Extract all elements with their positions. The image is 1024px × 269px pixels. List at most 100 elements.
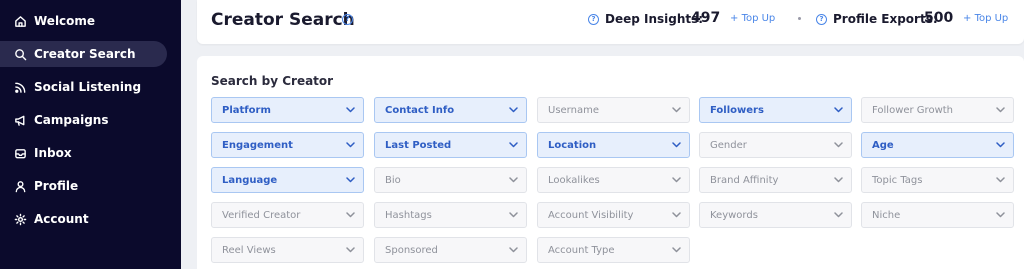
filter-dropdown-label: Gender: [710, 139, 747, 151]
filter-panel: Search by Creator Platform Contact Info Us…: [197, 56, 1024, 269]
filter-dropdown-sponsored[interactable]: Sponsored: [374, 237, 527, 263]
filter-dropdown-label: Sponsored: [385, 244, 438, 256]
sidebar-item-campaigns[interactable]: Campaigns: [0, 107, 167, 133]
inbox-icon: [14, 147, 27, 160]
sidebar-item-label: Creator Search: [34, 47, 136, 61]
profile-exports-label: Profile Exports:: [833, 12, 938, 26]
sidebar-item-label: Account: [34, 212, 89, 226]
filter-dropdown-keywords[interactable]: Keywords: [699, 202, 852, 228]
sidebar-item-profile[interactable]: Profile: [0, 173, 167, 199]
filter-dropdown-account-type[interactable]: Account Type: [537, 237, 690, 263]
chevron-down-icon: [509, 212, 518, 218]
chevron-down-icon: [672, 247, 681, 253]
filter-dropdown-follower-growth[interactable]: Follower Growth: [861, 97, 1014, 123]
info-icon[interactable]: ?: [816, 14, 827, 25]
help-icon[interactable]: ?: [342, 14, 353, 25]
chevron-down-icon: [346, 107, 355, 113]
filter-dropdown-account-visibility[interactable]: Account Visibility: [537, 202, 690, 228]
chevron-down-icon: [509, 247, 518, 253]
filter-dropdown-label: Bio: [385, 174, 401, 186]
filter-dropdown-label: Last Posted: [385, 139, 452, 151]
filter-dropdown-gender[interactable]: Gender: [699, 132, 852, 158]
filter-dropdown-hashtags[interactable]: Hashtags: [374, 202, 527, 228]
chevron-down-icon: [509, 177, 518, 183]
filter-dropdown-label: Username: [548, 104, 599, 116]
filter-dropdown-bio[interactable]: Bio: [374, 167, 527, 193]
info-icon[interactable]: ?: [588, 14, 599, 25]
sidebar-item-creator-search[interactable]: Creator Search: [0, 41, 167, 67]
filter-dropdown-platform[interactable]: Platform: [211, 97, 364, 123]
topup-label: Top Up: [974, 13, 1009, 24]
chevron-down-icon: [834, 142, 843, 148]
profile-exports-topup-link[interactable]: + Top Up: [963, 13, 1008, 24]
chevron-down-icon: [346, 142, 355, 148]
sidebar-item-account[interactable]: Account: [0, 206, 167, 232]
deep-insights-label: Deep Insights:: [605, 12, 704, 26]
filter-dropdown-label: Contact Info: [385, 104, 455, 116]
filter-dropdown-topic-tags[interactable]: Topic Tags: [861, 167, 1014, 193]
sidebar-item-welcome[interactable]: Welcome: [0, 8, 167, 34]
chevron-down-icon: [346, 247, 355, 253]
filter-dropdown-label: Account Type: [548, 244, 615, 256]
filter-dropdown-label: Lookalikes: [548, 174, 600, 186]
filter-dropdown-language[interactable]: Language: [211, 167, 364, 193]
deep-insights-value: 497: [691, 10, 721, 26]
filter-dropdown-label: Reel Views: [222, 244, 276, 256]
sidebar-item-label: Profile: [34, 179, 79, 193]
filter-dropdown-age[interactable]: Age: [861, 132, 1014, 158]
filter-dropdown-engagement[interactable]: Engagement: [211, 132, 364, 158]
page-title: Creator Search: [211, 10, 355, 30]
filter-dropdown-label: Language: [222, 174, 278, 186]
chevron-down-icon: [346, 212, 355, 218]
search-icon: [14, 48, 27, 61]
filter-dropdown-label: Keywords: [710, 209, 758, 221]
chevron-down-icon: [672, 107, 681, 113]
sidebar-item-label: Campaigns: [34, 113, 109, 127]
home-icon: [14, 15, 27, 28]
filter-dropdown-label: Niche: [872, 209, 901, 221]
gear-icon: [14, 213, 27, 226]
sidebar-item-social-listening[interactable]: Social Listening: [0, 74, 167, 100]
filter-dropdown-followers[interactable]: Followers: [699, 97, 852, 123]
chevron-down-icon: [996, 212, 1005, 218]
filter-dropdown-label: Brand Affinity: [710, 174, 779, 186]
filter-dropdown-verified-creator[interactable]: Verified Creator: [211, 202, 364, 228]
filter-dropdown-label: Followers: [710, 104, 764, 116]
user-icon: [14, 180, 27, 193]
chevron-down-icon: [996, 142, 1005, 148]
filter-dropdown-label: Account Visibility: [548, 209, 634, 221]
chevron-down-icon: [672, 212, 681, 218]
chevron-down-icon: [834, 107, 843, 113]
sidebar-item-label: Inbox: [34, 146, 72, 160]
chevron-down-icon: [996, 107, 1005, 113]
chevron-down-icon: [509, 107, 518, 113]
chevron-down-icon: [672, 177, 681, 183]
filter-dropdown-label: Platform: [222, 104, 271, 116]
sidebar: Welcome Creator Search Social Listening …: [0, 0, 181, 269]
chevron-down-icon: [996, 177, 1005, 183]
page-header: Creator Search ? ? Deep Insights: 497 + …: [197, 0, 1024, 44]
chevron-down-icon: [834, 212, 843, 218]
filter-dropdown-niche[interactable]: Niche: [861, 202, 1014, 228]
filter-dropdown-label: Verified Creator: [222, 209, 301, 221]
filter-dropdown-brand-affinity[interactable]: Brand Affinity: [699, 167, 852, 193]
sidebar-item-label: Social Listening: [34, 80, 142, 94]
deep-insights-topup-link[interactable]: + Top Up: [730, 13, 775, 24]
filter-dropdown-label: Engagement: [222, 139, 293, 151]
filter-dropdown-reel-views[interactable]: Reel Views: [211, 237, 364, 263]
separator-dot: [798, 17, 801, 20]
sidebar-item-label: Welcome: [34, 14, 96, 28]
filter-dropdown-last-posted[interactable]: Last Posted: [374, 132, 527, 158]
filter-dropdown-username[interactable]: Username: [537, 97, 690, 123]
filter-dropdown-lookalikes[interactable]: Lookalikes: [537, 167, 690, 193]
filter-dropdown-label: Hashtags: [385, 209, 432, 221]
filter-dropdown-label: Follower Growth: [872, 104, 954, 116]
topup-label: Top Up: [741, 13, 776, 24]
profile-exports-value: 500: [924, 10, 954, 26]
filter-dropdown-contact-info[interactable]: Contact Info: [374, 97, 527, 123]
megaphone-icon: [14, 114, 27, 127]
filter-dropdown-label: Location: [548, 139, 597, 151]
sidebar-item-inbox[interactable]: Inbox: [0, 140, 167, 166]
filter-dropdown-label: Age: [872, 139, 894, 151]
filter-dropdown-location[interactable]: Location: [537, 132, 690, 158]
